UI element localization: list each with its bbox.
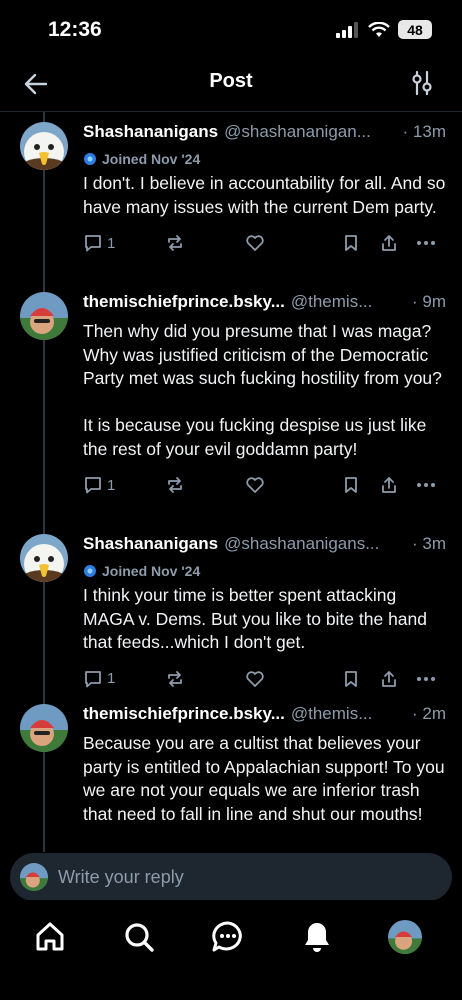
share-icon[interactable] — [379, 475, 399, 495]
repost-icon[interactable] — [165, 475, 185, 495]
post-text: I don't. I believe in accountability for… — [83, 173, 446, 217]
reply-button[interactable]: 1 — [83, 669, 115, 689]
signal-icon — [336, 21, 358, 38]
my-avatar — [20, 863, 48, 891]
bookmark-icon[interactable] — [341, 669, 361, 689]
like-icon[interactable] — [245, 233, 265, 253]
search-icon[interactable] — [122, 920, 156, 954]
eagle-icon — [20, 122, 68, 170]
joined-badge: Joined Nov '24 — [83, 150, 446, 168]
author-handle[interactable]: @shashananigans... — [224, 534, 406, 554]
repost-icon[interactable] — [165, 233, 185, 253]
share-icon[interactable] — [379, 669, 399, 689]
post-header: themischiefprince.bsky... @themis... · 2… — [83, 704, 446, 728]
status-icons: 48 — [336, 20, 432, 39]
author-name[interactable]: Shashananigans — [83, 534, 218, 554]
post-actions: 1 — [83, 471, 446, 499]
header: Post — [0, 60, 462, 112]
post-item[interactable]: Shashananigans @shashananigan... · 13m J… — [0, 122, 462, 257]
reply-icon — [85, 235, 101, 252]
profile-avatar[interactable] — [388, 920, 422, 954]
share-icon[interactable] — [379, 233, 399, 253]
post-time: · 9m — [412, 292, 446, 311]
new-user-icon — [84, 565, 96, 577]
joined-text: Joined Nov '24 — [102, 563, 201, 579]
author-name[interactable]: themischiefprince.bsky... — [83, 704, 285, 724]
like-icon[interactable] — [245, 475, 265, 495]
reply-input[interactable]: Write your reply — [58, 867, 184, 888]
bell-icon[interactable] — [300, 920, 334, 954]
post-text: Then why did you presume that I was maga… — [83, 321, 442, 459]
status-time: 12:36 — [48, 18, 102, 41]
reply-icon — [85, 477, 101, 494]
post-text: Because you are a cultist that believes … — [83, 733, 445, 824]
thread: Shashananigans @shashananigan... · 13m J… — [0, 112, 462, 852]
avatar[interactable] — [20, 292, 68, 340]
more-icon[interactable] — [416, 233, 436, 253]
post-item[interactable]: themischiefprince.bsky... @themis... · 9… — [0, 292, 462, 499]
selfie-icon — [388, 920, 422, 954]
bottom-nav — [0, 900, 462, 1000]
post-actions: 1 — [83, 665, 446, 693]
post-time: · 13m — [402, 122, 446, 141]
author-name[interactable]: themischiefprince.bsky... — [83, 292, 285, 312]
battery-icon: 48 — [398, 20, 432, 39]
post-header: Shashananigans @shashananigan... · 13m — [83, 122, 446, 146]
reply-count: 1 — [107, 670, 116, 687]
status-bar: 12:36 48 — [0, 0, 462, 60]
post-item[interactable]: Shashananigans @shashananigans... · 3m J… — [0, 534, 462, 693]
reply-icon — [85, 670, 101, 687]
reply-count: 1 — [107, 234, 116, 252]
home-icon[interactable] — [33, 920, 67, 954]
selfie-icon — [20, 704, 68, 752]
page-title: Post — [209, 70, 253, 92]
repost-icon[interactable] — [165, 669, 185, 689]
avatar[interactable] — [20, 122, 68, 170]
reply-button[interactable]: 1 — [83, 475, 115, 495]
sort-filter-icon[interactable] — [410, 70, 434, 96]
reply-button[interactable]: 1 — [83, 233, 115, 253]
author-handle[interactable]: @themis... — [291, 704, 406, 724]
bookmark-icon[interactable] — [341, 233, 361, 253]
post-item[interactable]: themischiefprince.bsky... @themis... · 2… — [0, 704, 462, 826]
bookmark-icon[interactable] — [341, 475, 361, 495]
chat-icon[interactable] — [211, 920, 245, 954]
author-name[interactable]: Shashananigans — [83, 122, 218, 142]
post-header: themischiefprince.bsky... @themis... · 9… — [83, 292, 446, 316]
author-handle[interactable]: @shashananigan... — [224, 122, 396, 142]
post-time: · 3m — [412, 534, 446, 553]
reply-count: 1 — [107, 476, 116, 494]
like-icon[interactable] — [245, 669, 265, 689]
avatar[interactable] — [20, 534, 68, 582]
post-text: I think your time is better spent attack… — [83, 585, 428, 652]
selfie-icon — [20, 863, 48, 891]
selfie-icon — [20, 292, 68, 340]
wifi-icon — [368, 21, 390, 37]
new-user-icon — [84, 153, 96, 165]
joined-badge: Joined Nov '24 — [83, 562, 446, 580]
joined-text: Joined Nov '24 — [102, 151, 201, 167]
post-header: Shashananigans @shashananigans... · 3m — [83, 534, 446, 558]
avatar[interactable] — [20, 704, 68, 752]
author-handle[interactable]: @themis... — [291, 292, 406, 312]
post-time: · 2m — [412, 704, 446, 723]
eagle-icon — [20, 534, 68, 582]
reply-bar[interactable]: Write your reply — [10, 853, 452, 901]
more-icon[interactable] — [416, 475, 436, 495]
more-icon[interactable] — [416, 669, 436, 689]
post-actions: 1 — [83, 229, 446, 257]
